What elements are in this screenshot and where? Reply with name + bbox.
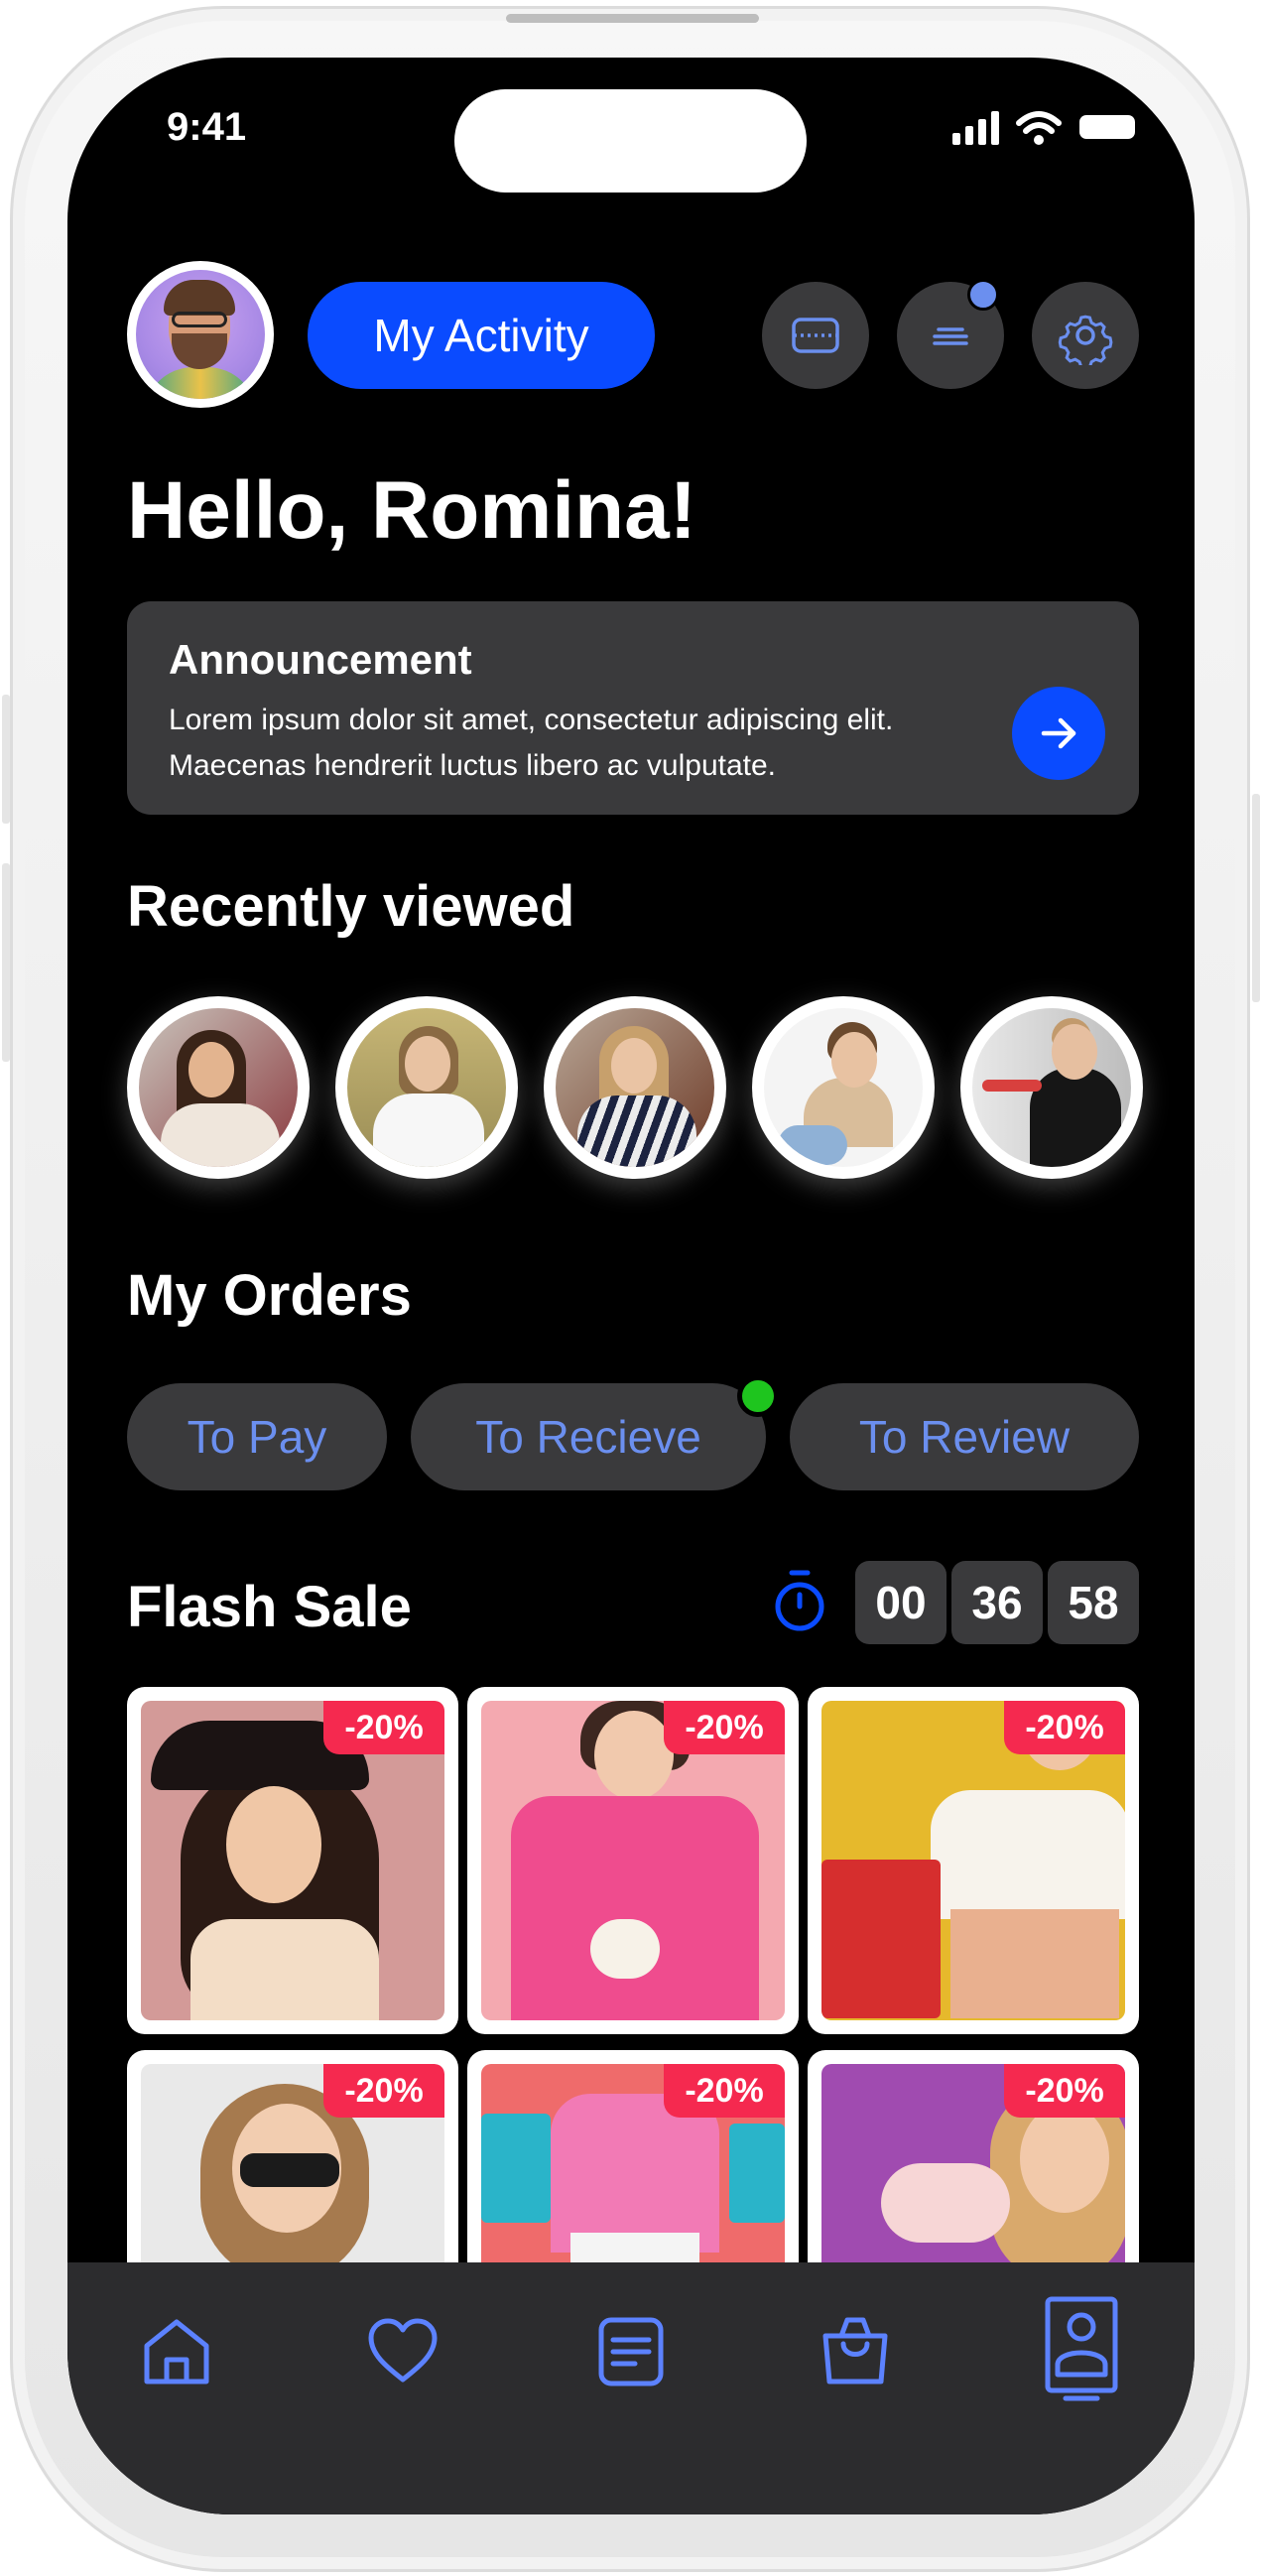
profile-icon	[1045, 2296, 1118, 2401]
avatar[interactable]	[127, 261, 274, 408]
recently-viewed-item[interactable]	[960, 996, 1143, 1179]
side-button	[1252, 794, 1260, 1002]
stopwatch-icon	[775, 1570, 824, 1631]
recently-viewed-item[interactable]	[544, 996, 726, 1179]
side-button	[2, 863, 10, 1062]
status-dot	[737, 1375, 779, 1417]
product-card[interactable]: -20%	[467, 1687, 799, 2034]
tab-orders[interactable]	[581, 2302, 681, 2401]
heart-icon	[368, 2318, 438, 2383]
recently-viewed-item[interactable]	[335, 996, 518, 1179]
notification-dot	[967, 279, 999, 311]
arrow-right-icon	[1041, 717, 1076, 749]
recently-viewed-title: Recently viewed	[127, 874, 575, 939]
recently-viewed-item[interactable]	[752, 996, 935, 1179]
bag-icon	[822, 2317, 888, 2384]
tab-profile[interactable]	[1032, 2290, 1131, 2409]
my-orders-title: My Orders	[127, 1263, 412, 1328]
status-time: 9:41	[167, 105, 247, 149]
timer-minutes: 36	[951, 1561, 1043, 1644]
tab-wishlist[interactable]	[353, 2302, 452, 2401]
gear-icon	[1058, 315, 1113, 365]
battery-icon	[1079, 115, 1135, 139]
dynamic-island	[454, 89, 807, 193]
discount-badge: -20%	[323, 1701, 444, 1754]
settings-button[interactable]	[1032, 282, 1139, 389]
product-card[interactable]: -20%	[808, 1687, 1139, 2034]
announcement-arrow-button[interactable]	[1012, 687, 1105, 780]
greeting-heading: Hello, Romina!	[127, 465, 697, 556]
tab-cart[interactable]	[806, 2302, 905, 2401]
discount-badge: -20%	[1004, 2064, 1125, 2118]
order-tab-to-receive[interactable]: To Recieve	[411, 1383, 766, 1490]
discount-badge: -20%	[1004, 1701, 1125, 1754]
discount-badge: -20%	[664, 1701, 785, 1754]
order-tab-to-pay[interactable]: To Pay	[127, 1383, 387, 1490]
side-button	[2, 695, 10, 824]
home-icon	[144, 2319, 209, 2384]
timer-seconds: 58	[1048, 1561, 1139, 1644]
signal-icon	[952, 111, 999, 145]
flash-sale-title: Flash Sale	[127, 1575, 412, 1639]
tab-home[interactable]	[127, 2302, 226, 2401]
my-activity-button[interactable]: My Activity	[308, 282, 655, 389]
speaker-grille	[506, 14, 759, 23]
list-icon	[598, 2317, 664, 2386]
scan-icon	[792, 318, 839, 353]
discount-badge: -20%	[323, 2064, 444, 2118]
discount-badge: -20%	[664, 2064, 785, 2118]
menu-lines-icon	[933, 327, 968, 345]
announcement-title: Announcement	[169, 636, 472, 683]
status-icons	[952, 111, 1135, 145]
scan-button[interactable]	[762, 282, 869, 389]
timer-hours: 00	[855, 1561, 946, 1644]
order-tab-to-review[interactable]: To Review	[790, 1383, 1139, 1490]
recently-viewed-item[interactable]	[127, 996, 310, 1179]
app-screen: 9:41 My Activity Hello, Romina! Announce…	[67, 58, 1195, 2514]
product-card[interactable]: -20%	[127, 1687, 458, 2034]
announcement-text: Lorem ipsum dolor sit amet, consectetur …	[169, 704, 894, 782]
wifi-icon	[1016, 111, 1062, 134]
